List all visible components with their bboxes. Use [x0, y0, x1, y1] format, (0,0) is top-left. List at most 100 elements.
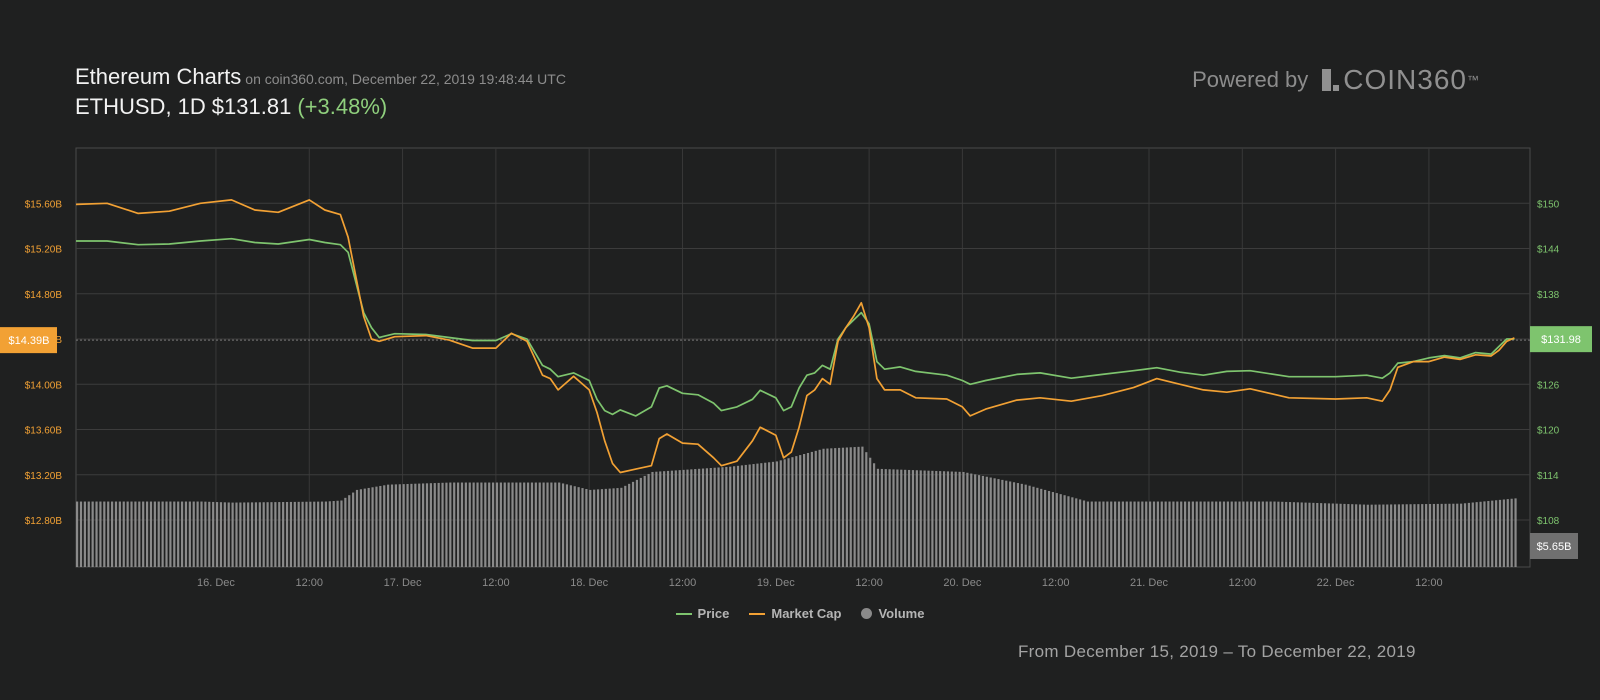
volume-bar [822, 448, 825, 567]
x-tick-label: 12:00 [1415, 577, 1443, 589]
volume-bar [231, 502, 234, 567]
volume-bar [942, 471, 946, 567]
legend-market-cap[interactable]: Market Cap [749, 606, 841, 621]
volume-bar [546, 482, 549, 567]
date-range: From December 15, 2019 – To December 22,… [1018, 642, 1416, 661]
volume-bar [456, 482, 460, 567]
volume-bar [1502, 499, 1505, 567]
volume-bar [1047, 490, 1051, 567]
volume-bar [336, 500, 339, 567]
volume-bar [686, 469, 689, 567]
volume-bar [1432, 503, 1436, 567]
volume-bar [1152, 501, 1156, 567]
volume-bar [1355, 504, 1358, 567]
volume-bar [1234, 501, 1237, 567]
x-tick-label: 16. Dec [197, 577, 235, 589]
volume-bar [888, 469, 891, 567]
volume-bar [379, 485, 382, 567]
volume-bar [729, 466, 732, 567]
volume-bar [293, 501, 296, 567]
volume-bar [764, 462, 767, 567]
volume-bar [149, 501, 153, 567]
volume-bar [1323, 503, 1327, 567]
volume-bar [1016, 483, 1020, 567]
volume-bar [387, 484, 390, 567]
volume-bar [830, 448, 833, 567]
volume-bar [1506, 499, 1509, 567]
volume-bar [1378, 504, 1381, 567]
volume-bar [177, 501, 180, 567]
volume-bar [1413, 504, 1416, 567]
volume-bar [1090, 501, 1093, 567]
volume-bar [165, 501, 168, 567]
volume-bar [180, 501, 184, 567]
volume-bar [1180, 501, 1183, 567]
volume-bar [1203, 501, 1206, 567]
volume-bar [324, 501, 328, 567]
legend-price[interactable]: Price [675, 606, 729, 621]
volume-bar [651, 471, 654, 567]
volume-bar [1514, 498, 1517, 567]
right-axis-tick-label: $120 [1537, 426, 1560, 437]
volume-bar [126, 501, 129, 567]
volume-bar [352, 492, 355, 567]
volume-bar [981, 475, 985, 567]
legend-volume[interactable]: Volume [861, 606, 924, 621]
volume-bar [589, 489, 592, 567]
volume-bar [542, 482, 545, 567]
volume-bar [297, 501, 300, 567]
left-axis-tick-label: $14.00B [25, 380, 63, 391]
volume-bar [907, 469, 911, 567]
volume-bar [1082, 500, 1086, 567]
legend-price-swatch [675, 612, 692, 615]
volume-bar [1012, 482, 1016, 567]
volume-bar [1370, 504, 1373, 567]
volume-bar [99, 501, 102, 567]
volume-bar [806, 452, 810, 567]
volume-bar [1405, 504, 1408, 567]
volume-bar [997, 479, 1000, 567]
volume-bar [122, 501, 125, 567]
volume-bar [1230, 501, 1233, 567]
volume-bar [394, 484, 397, 567]
volume-bar [1183, 501, 1187, 567]
volume-bar [153, 501, 156, 567]
volume-bar [340, 500, 343, 567]
volume-bar [768, 462, 771, 567]
volume-bar [227, 502, 230, 567]
volume-bar [1172, 501, 1175, 567]
volume-bar [130, 501, 133, 567]
volume-bar [573, 486, 576, 567]
volume-bar [1238, 501, 1241, 567]
volume-bar [604, 488, 607, 567]
volume-bar [853, 447, 856, 567]
volume-bar [1444, 503, 1447, 567]
volume-bar [1358, 504, 1362, 567]
volume-bar [1102, 501, 1105, 567]
volume-bar [1498, 499, 1502, 567]
volume-bar [1390, 504, 1393, 567]
volume-bar [814, 450, 817, 567]
volume-bar [674, 470, 677, 567]
volume-bar [309, 501, 312, 567]
volume-bar [639, 477, 642, 567]
volume-bar [192, 501, 195, 567]
volume-bar [425, 483, 429, 567]
legend-market-cap-label: Market Cap [771, 606, 842, 621]
volume-bar [76, 501, 79, 567]
volume-bar [278, 502, 281, 567]
volume-bar [989, 477, 992, 567]
volume-bar [1425, 504, 1428, 567]
volume-bar [884, 469, 887, 567]
volume-bar [946, 471, 950, 567]
volume-bar [752, 464, 755, 567]
volume-bar [1242, 501, 1245, 567]
market-cap-line [75, 199, 1515, 474]
x-tick-label: 20. Dec [943, 577, 981, 589]
volume-bar [402, 484, 405, 567]
volume-bar [138, 501, 141, 567]
volume-bar [1110, 501, 1113, 567]
volume-bar [1285, 501, 1288, 567]
volume-bar [355, 489, 359, 567]
volume-bar [359, 489, 363, 567]
